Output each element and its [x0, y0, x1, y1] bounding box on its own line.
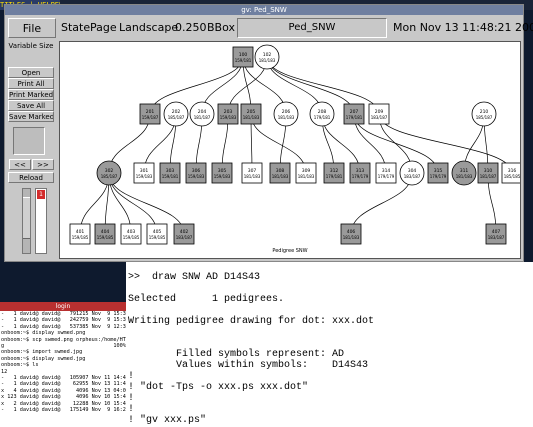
pedigree-node-genotype: 181/183 [298, 174, 315, 179]
page-list[interactable]: 1 [35, 188, 47, 254]
pedigree-node-genotype: 179/179 [430, 174, 447, 179]
terminal-line: ! [128, 393, 135, 404]
save-marked-button[interactable]: Save Marked [8, 111, 54, 122]
pedigree-node-genotype: 179/179 [352, 174, 369, 179]
terminal-line: - 1 david@ david@ 175149 Nov 9 16:20 [1, 407, 127, 414]
open-button[interactable]: Open [8, 67, 54, 78]
pedigree-node-genotype: 159/183 [136, 174, 153, 179]
terminal-line: Selected 1 pedigrees. [128, 294, 285, 305]
pedigree-node-genotype: 159/181 [162, 174, 179, 179]
print-all-button[interactable]: Print All [8, 78, 54, 89]
pedigree-node-genotype: 181/187 [480, 174, 497, 179]
page-menu[interactable]: Page [90, 18, 117, 38]
pedigree-node-genotype: 179/181 [326, 174, 343, 179]
media-menu[interactable]: BBox [207, 18, 235, 38]
scale-menu[interactable]: 0.250 [175, 18, 207, 38]
pedigree-node-genotype: 159/183 [188, 174, 205, 179]
terminal-line: x 123 david@ david@ 4096 Nov 10 15:47 [1, 394, 127, 401]
gv-window: gv: Ped_SNW File State Page Landscape 0.… [4, 4, 533, 262]
prev-page-button[interactable]: << [9, 159, 31, 170]
variable-size-label[interactable]: Variable Size [8, 41, 54, 52]
pedigree-node-genotype: 159/187 [142, 115, 159, 120]
terminal-line: Writing pedigree drawing for dot: xxx.do… [128, 316, 375, 327]
file-date-display: Mon Nov 13 11:48:21 2006 [393, 21, 533, 34]
terminal-line: Values within symbols: D14S43 [128, 360, 369, 371]
pedigree-node-genotype: 159/185 [72, 235, 89, 240]
scrollbar-thumb[interactable] [23, 197, 30, 239]
gv-sidebar: Variable Size Open Print All Print Marke… [5, 41, 57, 261]
pedigree-node-genotype: 181/183 [259, 58, 276, 63]
pedigree-node-genotype: 185/187 [168, 115, 185, 120]
terminal-title: login [0, 302, 126, 311]
pedigree-node-genotype: 179/179 [378, 174, 395, 179]
page-list-scrollbar[interactable] [22, 188, 31, 254]
file-menu-button[interactable]: File [8, 18, 56, 38]
pedigree-node-genotype: 181/183 [243, 115, 260, 120]
document-view[interactable]: 100 159/181 102 181/183 201 159/187 202 185/187… [59, 41, 521, 259]
pedigree-node-genotype: 181/183 [343, 235, 360, 240]
pedigree-node-genotype: 179/181 [346, 115, 363, 120]
pedigree-node-genotype: 159/185 [123, 235, 140, 240]
pedigree-caption: Pedigree SNW [272, 248, 307, 254]
pedigree-node-genotype: 185/187 [476, 115, 493, 120]
pedigree-node-genotype: 181/183 [278, 115, 295, 120]
terminal-line: Filled symbols represent: AD [128, 349, 345, 360]
filename-display: Ped_SNW [237, 18, 387, 38]
terminal-output: - 1 david@ david@ 791215 Nov 9 15:36- 1 … [0, 311, 126, 414]
next-page-button[interactable]: >> [32, 159, 54, 170]
pedigree-node-genotype: 159/183 [220, 115, 237, 120]
save-all-button[interactable]: Save All [8, 100, 54, 111]
pedigree-node-genotype: 183/187 [488, 235, 505, 240]
reload-button[interactable]: Reload [8, 172, 54, 183]
terminal-line: ! "gv xxx.ps" [128, 415, 207, 426]
terminal-line: >> draw SNW AD D14S43 [128, 272, 261, 283]
pedigree-node-genotype: 181/183 [456, 174, 473, 179]
pedigree-node-genotype: 159/185 [97, 235, 114, 240]
main-terminal[interactable]: >> draw SNW AD D14S43 Selected 1 pedigree… [126, 262, 533, 427]
pedigree-node-genotype: 183/187 [176, 235, 193, 240]
terminal-line: ! [128, 404, 135, 415]
pedigree-node-genotype: 181/183 [244, 174, 261, 179]
terminal-line: - 1 david@ david@ 242759 Nov 9 15:37 [1, 317, 127, 324]
orientation-menu[interactable]: Landscape [119, 18, 178, 38]
state-menu[interactable]: State [61, 18, 90, 38]
pedigree-node-genotype: 179/181 [314, 115, 331, 120]
print-marked-button[interactable]: Print Marked [8, 89, 54, 100]
page-list-item[interactable]: 1 [37, 190, 45, 199]
login-terminal[interactable]: login - 1 david@ david@ 791215 Nov 9 15:… [0, 302, 127, 427]
terminal-line: ! "dot -Tps -o xxx.ps xxx.dot" [128, 382, 309, 393]
pedigree-drawing: 100159/181102181/183201159/187202185/187… [69, 44, 520, 254]
terminal-line: - 1 david@ david@ 62955 Nov 13 11:46 [1, 381, 127, 388]
pedigree-node-genotype: 185/185 [504, 174, 520, 179]
pedigree-node-genotype: 181/187 [194, 115, 211, 120]
pedigree-node-genotype: 159/181 [235, 58, 252, 63]
pedigree-node-genotype: 183/187 [404, 174, 421, 179]
pedigree-node-genotype: 183/187 [371, 115, 388, 120]
window-title: gv: Ped_SNW [5, 5, 523, 15]
pedigree-node-genotype: 159/185 [149, 235, 166, 240]
terminal-line: ! [128, 371, 135, 382]
pedigree-node-genotype: 181/183 [272, 174, 289, 179]
page-thumbnail-panner[interactable] [13, 127, 45, 155]
gv-toolbar: File State Page Landscape 0.250 BBox Ped… [5, 16, 533, 40]
pedigree-node-genotype: 159/183 [214, 174, 231, 179]
pedigree-node-genotype: 185/187 [101, 174, 118, 179]
